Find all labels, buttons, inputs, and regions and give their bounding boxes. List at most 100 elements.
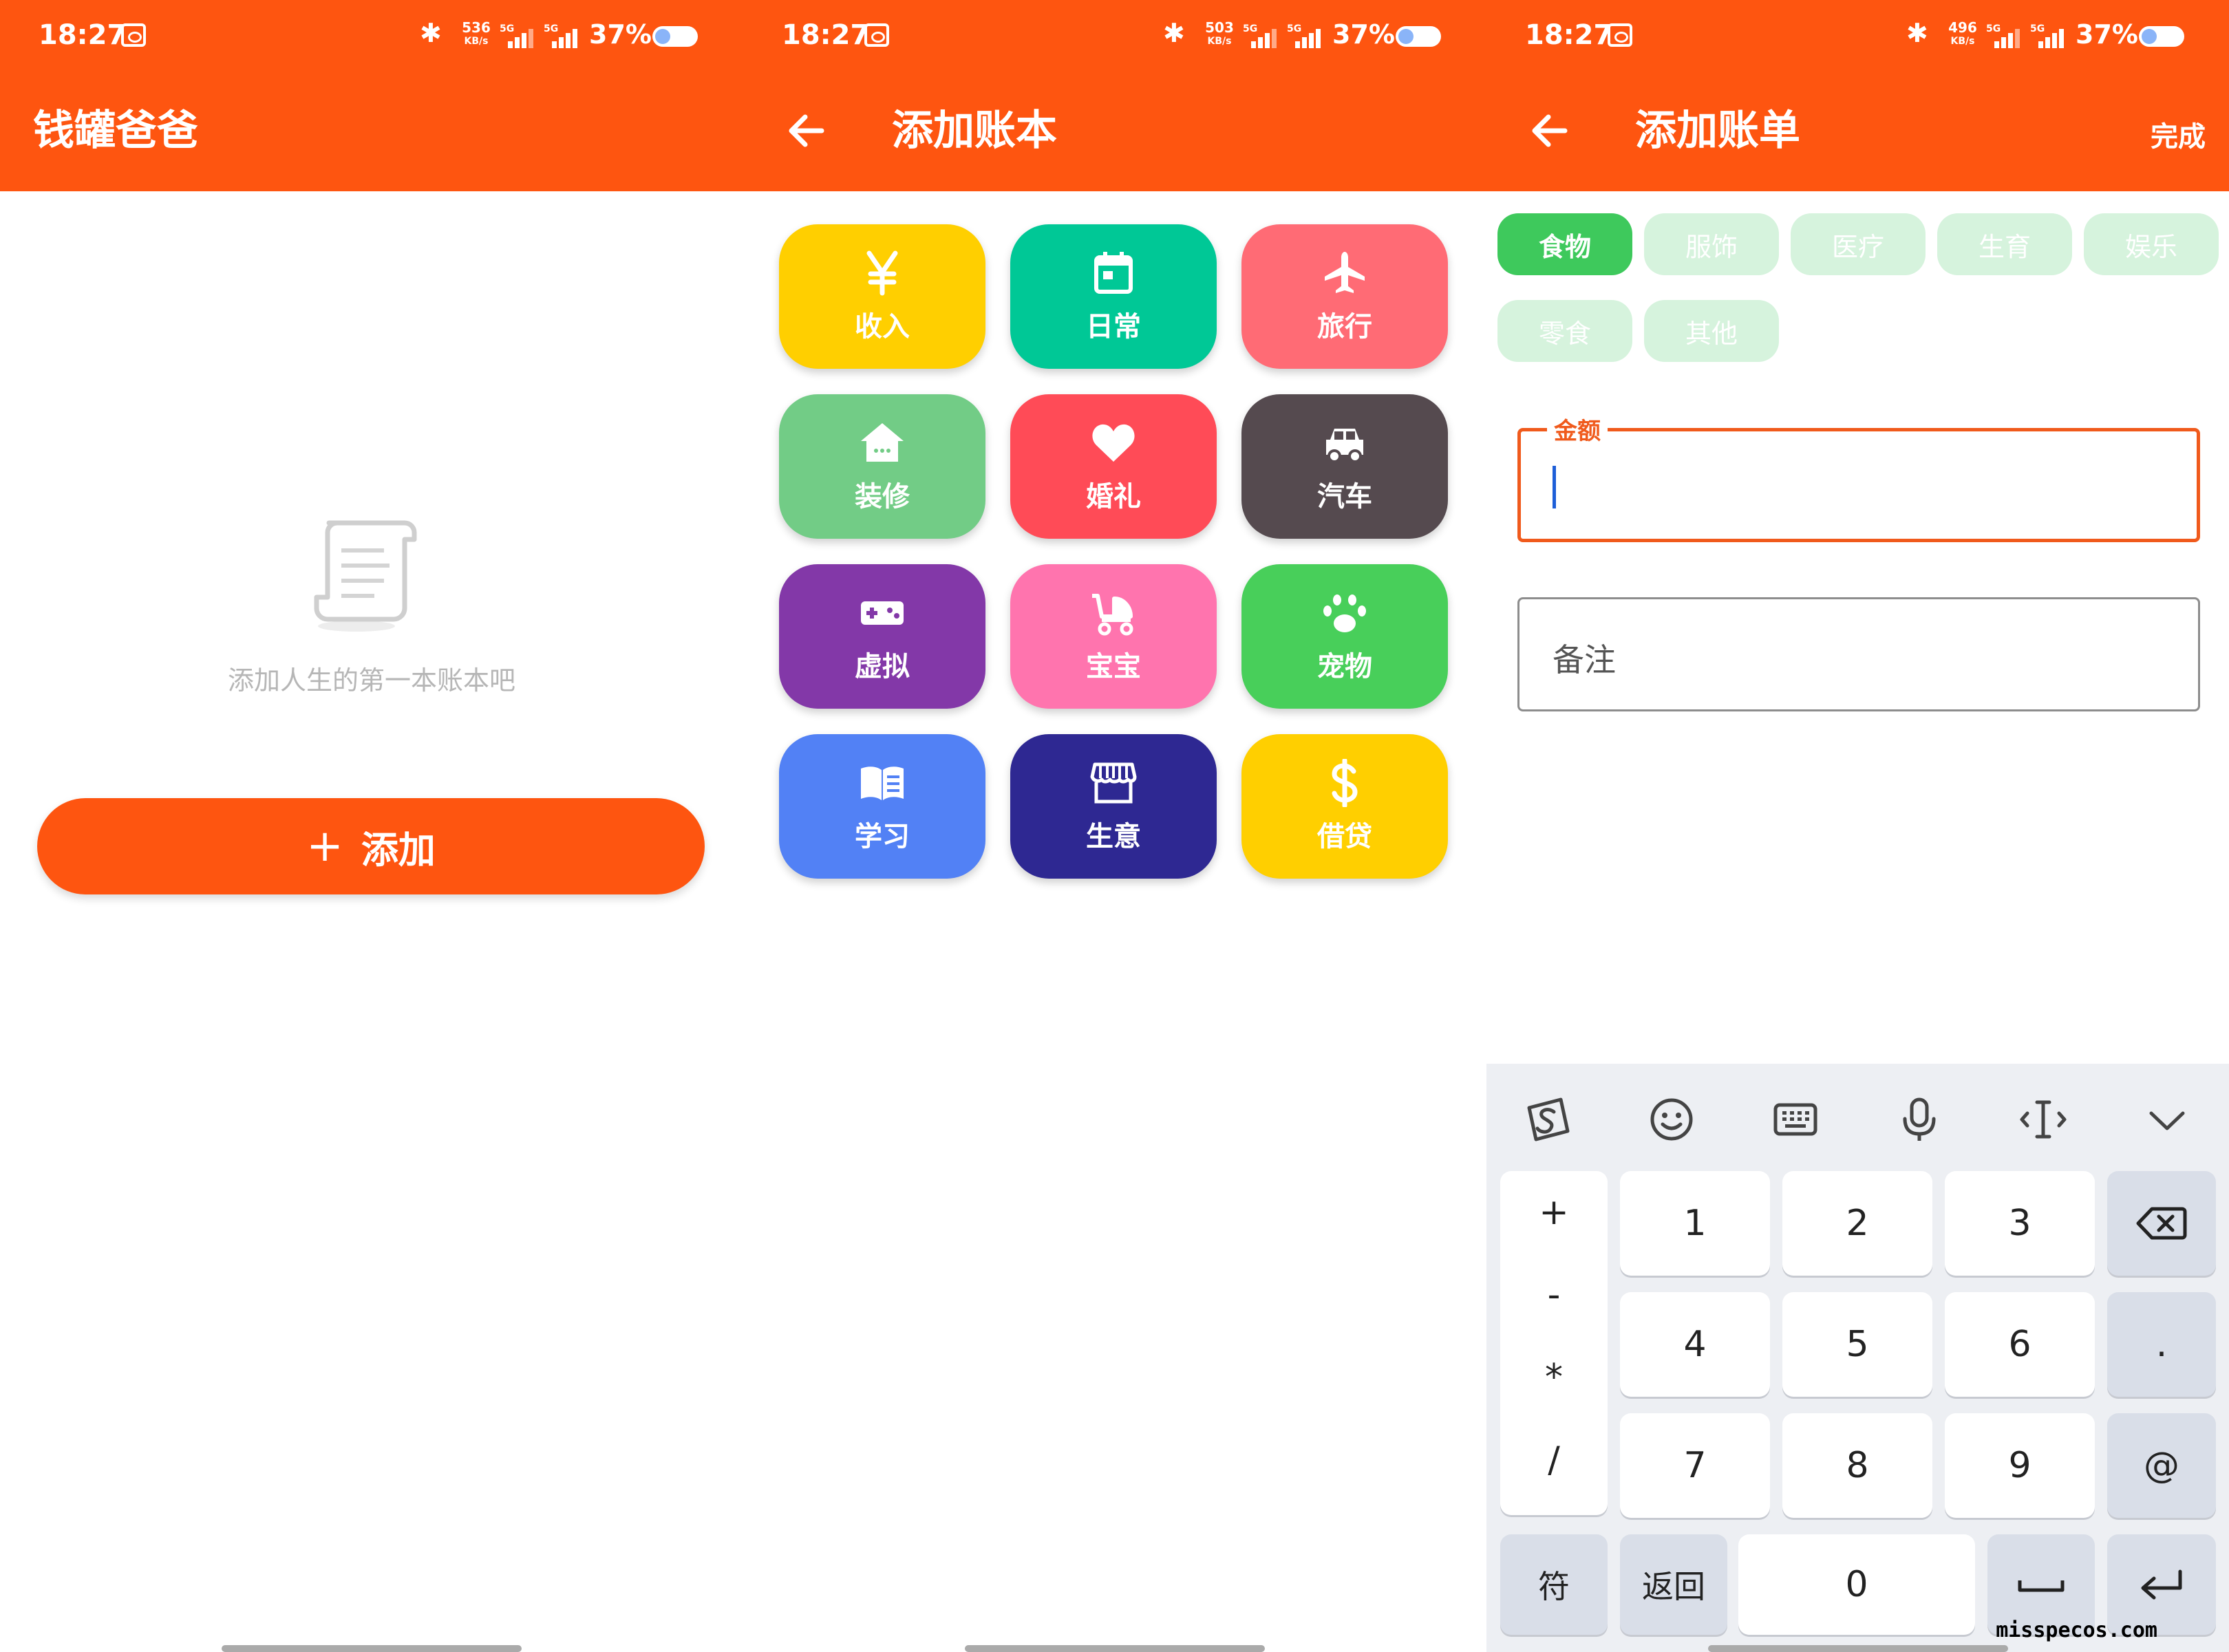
paw-icon	[1321, 589, 1369, 637]
backspace-key[interactable]	[2107, 1171, 2216, 1276]
home-indicator	[965, 1645, 1265, 1652]
backspace-icon	[2136, 1207, 2187, 1240]
status-bar: 18:27 ✱ 536 KB/s 5G 5G 37%	[0, 0, 743, 76]
dollar-icon	[1321, 759, 1369, 807]
add-ledger-button[interactable]: + 添加	[37, 798, 705, 894]
microphone-icon[interactable]	[1888, 1088, 1950, 1150]
category-chip[interactable]: 医疗	[1791, 213, 1926, 275]
ledger-type-tile[interactable]: 日常	[1010, 224, 1217, 369]
key-5[interactable]: 5	[1782, 1292, 1932, 1397]
at-key[interactable]: @	[2107, 1413, 2216, 1518]
return-key[interactable]: 返回	[1620, 1534, 1727, 1635]
ledger-type-tile[interactable]: 生意	[1010, 734, 1217, 879]
amount-label: 金额	[1547, 412, 1608, 446]
battery-percent: 37%	[589, 19, 652, 50]
keyboard-icon[interactable]	[1764, 1088, 1826, 1150]
watermark: misspecos.com	[1996, 1618, 2157, 1642]
house-icon	[858, 419, 906, 467]
empty-state-text: 添加人生的第一本账本吧	[227, 665, 515, 696]
symbol-key[interactable]: +	[1500, 1192, 1608, 1233]
tile-label: 婚礼	[1086, 481, 1141, 513]
net-speed: 503	[1205, 19, 1234, 36]
net-speed: 496	[1948, 19, 1977, 36]
key-3[interactable]: 3	[1945, 1171, 2095, 1276]
status-bar: 18:27 ✱ 496 KB/s 5G 5G 37%	[1486, 0, 2229, 76]
key-6[interactable]: 6	[1945, 1292, 2095, 1397]
category-chip[interactable]: 服饰	[1644, 213, 1779, 275]
back-arrow-icon[interactable]	[779, 103, 834, 158]
plus-icon: +	[306, 821, 343, 872]
store-icon	[1089, 759, 1138, 807]
ledger-type-tile[interactable]: 学习	[779, 734, 985, 879]
gallery-icon	[864, 23, 889, 47]
cursor-move-icon[interactable]	[2012, 1088, 2074, 1150]
signal-icon: 5G	[544, 23, 579, 48]
ledger-type-tile[interactable]: 婚礼	[1010, 394, 1217, 539]
receipt-icon	[314, 520, 417, 632]
category-chip[interactable]: 生育	[1937, 213, 2072, 275]
screen-add-bill: 18:27 ✱ 496 KB/s 5G 5G 37% 添加账单 完成 食物 服饰医…	[1486, 0, 2229, 1652]
tile-label: 借贷	[1317, 821, 1372, 852]
key-1[interactable]: 1	[1620, 1171, 1770, 1276]
tile-label: 装修	[855, 481, 910, 513]
key-0[interactable]: 0	[1738, 1534, 1975, 1635]
key-8[interactable]: 8	[1782, 1413, 1932, 1518]
note-field[interactable]: 备注	[1517, 597, 2200, 711]
done-button[interactable]: 完成	[2151, 114, 2206, 154]
ledger-type-tile[interactable]: 汽车	[1241, 394, 1448, 539]
collapse-keyboard-icon[interactable]	[2136, 1088, 2198, 1150]
gallery-icon	[121, 23, 146, 47]
signal-icon: 5G	[1986, 23, 2022, 48]
app-bar: 18:27 ✱ 496 KB/s 5G 5G 37% 添加账单 完成	[1486, 0, 2229, 191]
ledger-type-tile[interactable]: 旅行	[1241, 224, 1448, 369]
symbol-column[interactable]: + - * /	[1500, 1171, 1608, 1515]
ledger-type-tile[interactable]: 宝宝	[1010, 564, 1217, 709]
symbol-key[interactable]: *	[1500, 1357, 1608, 1398]
ledger-type-tile[interactable]: 收入	[779, 224, 985, 369]
home-indicator	[222, 1645, 522, 1652]
ledger-type-tile[interactable]: 借贷	[1241, 734, 1448, 879]
page-title: 添加账单	[1635, 107, 1800, 155]
car-icon	[1321, 419, 1369, 467]
category-chip[interactable]: 食物	[1497, 213, 1632, 275]
bluetooth-icon: ✱	[420, 18, 442, 48]
symbols-key[interactable]: 符	[1500, 1534, 1608, 1635]
amount-field[interactable]: 金额	[1517, 412, 2200, 542]
key-9[interactable]: 9	[1945, 1413, 2095, 1518]
text-caret	[1553, 466, 1556, 508]
gallery-icon	[1608, 23, 1632, 47]
network-type: 5G	[500, 23, 515, 34]
note-placeholder: 备注	[1553, 641, 1616, 678]
key-2[interactable]: 2	[1782, 1171, 1932, 1276]
category-chip[interactable]: 其他	[1644, 300, 1779, 362]
signal-icon: 5G	[2030, 23, 2066, 48]
yen-icon	[858, 249, 906, 297]
tile-label: 学习	[855, 821, 910, 852]
category-chip[interactable]: 零食	[1497, 300, 1632, 362]
ledger-type-tile[interactable]: 宠物	[1241, 564, 1448, 709]
sogou-logo-icon[interactable]	[1517, 1088, 1579, 1150]
symbol-key[interactable]: -	[1500, 1274, 1608, 1316]
category-chip[interactable]: 娱乐	[2084, 213, 2219, 275]
battery-icon	[1396, 26, 1441, 47]
symbol-key[interactable]: /	[1500, 1439, 1608, 1481]
key-7[interactable]: 7	[1620, 1413, 1770, 1518]
app-bar: 18:27 ✱ 536 KB/s 5G 5G 37% 钱罐爸爸	[0, 0, 743, 191]
network-type: 5G	[1986, 23, 2001, 34]
net-speed: 536	[462, 19, 491, 36]
heart-icon	[1089, 419, 1138, 467]
back-arrow-icon[interactable]	[1522, 103, 1577, 158]
tile-label: 宝宝	[1086, 651, 1141, 683]
ledger-type-tile[interactable]: 装修	[779, 394, 985, 539]
airplane-icon	[1321, 249, 1369, 297]
status-time: 18:27	[39, 19, 127, 51]
gamepad-icon	[858, 589, 906, 637]
tile-label: 汽车	[1317, 481, 1372, 513]
status-time: 18:27	[1525, 19, 1613, 51]
ledger-type-tile[interactable]: 虚拟	[779, 564, 985, 709]
key-4[interactable]: 4	[1620, 1292, 1770, 1397]
emoji-icon[interactable]	[1641, 1088, 1703, 1150]
tile-label: 生意	[1086, 821, 1141, 852]
dot-key[interactable]: .	[2107, 1292, 2216, 1397]
stroller-icon	[1089, 589, 1138, 637]
